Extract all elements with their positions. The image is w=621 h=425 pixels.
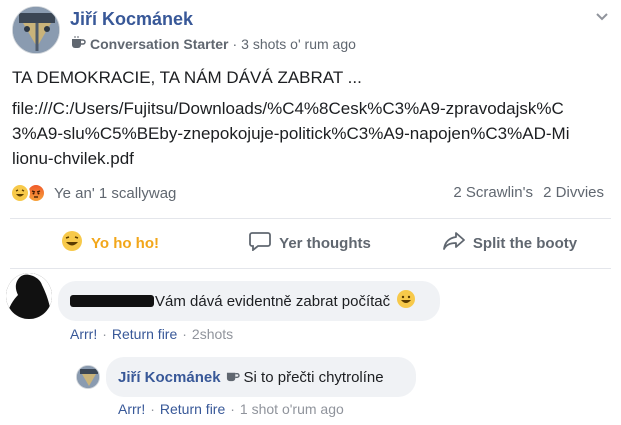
reply-actions: Arrr! · Return fire · 1 shot o'rum ago: [118, 401, 344, 417]
post-author-name[interactable]: Jiří Kocmánek: [70, 9, 193, 30]
reply-text: Si to přečti chytrolíne: [243, 368, 384, 386]
comment-timestamp[interactable]: 2shots: [192, 326, 233, 342]
silhouette-icon: [6, 273, 52, 319]
avatar-image-icon: [13, 7, 59, 53]
divider: [10, 268, 611, 269]
post-title: TA DEMOKRACIE, TA NÁM DÁVÁ ZABRAT ...: [12, 68, 362, 87]
grinning-emoji-icon: [396, 289, 416, 313]
post-timestamp[interactable]: 3 shots o' rum ago: [241, 36, 356, 52]
comment-button-label: Yer thoughts: [279, 234, 371, 252]
share-button-label: Split the booty: [472, 234, 578, 252]
reaction-summary-text[interactable]: Ye an' 1 scallywag: [54, 185, 176, 202]
commenter-avatar[interactable]: [6, 273, 52, 319]
shares-count[interactable]: 2 Divvies: [543, 184, 604, 201]
reply-timestamp[interactable]: 1 shot o'rum ago: [240, 401, 344, 417]
reply-author-avatar[interactable]: [76, 365, 100, 389]
coffee-cup-icon: [225, 369, 240, 386]
comment-like-link[interactable]: Arrr!: [70, 326, 97, 342]
conversation-starter-badge: Conversation Starter: [90, 35, 229, 52]
post-link-text: file:///C:/Users/Fujitsu/Downloads/%C4%8…: [12, 99, 570, 168]
engagement-counts: 2 Scrawlin's 2 Divvies: [447, 184, 604, 201]
comment-bubble: Vám dává evidentně zabrat počítač: [58, 281, 440, 321]
divider: [10, 218, 611, 219]
coffee-cup-icon: [70, 35, 86, 52]
comment-text: Vám dává evidentně zabrat počítač: [155, 292, 391, 310]
haha-icon: [61, 230, 83, 256]
avatar-image-icon: [77, 366, 99, 388]
share-button[interactable]: Split the booty: [410, 223, 610, 263]
comment-reply-link[interactable]: Return fire: [112, 326, 177, 342]
redacted-name: [70, 295, 154, 307]
reply-bubble: Jiří Kocmánek Si to přečti chytrolíne: [106, 357, 416, 397]
post-meta: Conversation Starter · 3 shots o' rum ag…: [70, 35, 356, 52]
post-header: Jiří Kocmánek Conversation Starter · 3 s…: [12, 6, 612, 58]
post-action-bar: Yo ho ho! Yer thoughts Split the booty: [10, 223, 610, 263]
reaction-summary: Ye an' 1 scallywag 2 Scrawlin's 2 Divvie…: [10, 180, 610, 206]
like-button-label: Yo ho ho!: [90, 234, 160, 252]
meta-separator: ·: [232, 35, 238, 52]
comment-actions: Arrr! · Return fire · 2shots: [70, 326, 234, 342]
share-arrow-icon: [443, 231, 465, 255]
reply-like-link[interactable]: Arrr!: [118, 401, 145, 417]
haha-reaction-icon[interactable]: [10, 183, 30, 203]
like-button[interactable]: Yo ho ho!: [10, 223, 210, 263]
comment-button[interactable]: Yer thoughts: [210, 223, 410, 263]
speech-bubble-icon: [249, 231, 272, 255]
chevron-down-icon[interactable]: [592, 6, 612, 26]
comments-count[interactable]: 2 Scrawlin's: [453, 184, 533, 201]
reply-reply-link[interactable]: Return fire: [160, 401, 225, 417]
author-avatar[interactable]: [12, 6, 60, 54]
reply-author-name[interactable]: Jiří Kocmánek: [118, 369, 221, 386]
